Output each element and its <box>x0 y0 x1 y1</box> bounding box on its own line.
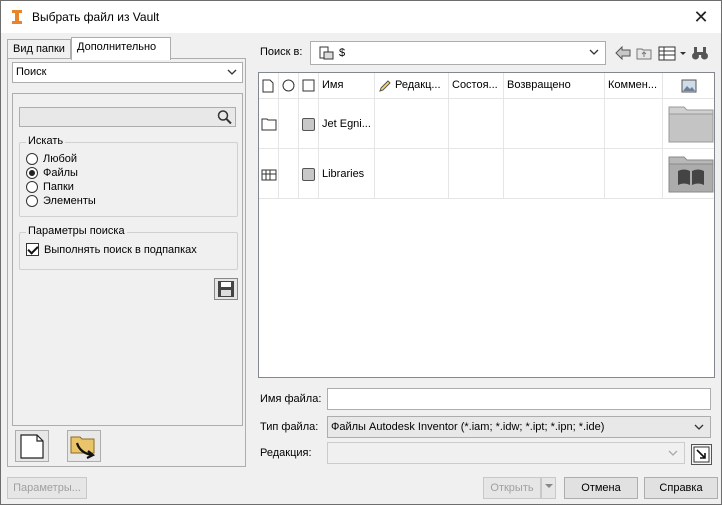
window-title: Выбрать файл из Vault <box>32 10 160 24</box>
col-revision[interactable]: Редакц... <box>375 73 449 99</box>
list-item[interactable]: Libraries <box>259 149 714 199</box>
close-icon: ✕ <box>693 6 709 27</box>
lookin-select[interactable]: $ <box>310 41 606 65</box>
title-bar: Выбрать файл из Vault ✕ <box>1 1 721 33</box>
save-search-button[interactable] <box>214 278 238 300</box>
close-button[interactable]: ✕ <box>681 1 721 33</box>
tab-folder-view[interactable]: Вид папки <box>7 39 71 59</box>
search-panel: Искать Любой Файлы Папки Элементы Параме… <box>12 93 243 426</box>
checkbox-icon <box>302 79 315 92</box>
col-checked-in[interactable]: Возвращено <box>504 73 605 99</box>
filename-label: Имя файла: <box>260 393 322 405</box>
col-status[interactable] <box>279 73 299 99</box>
binoculars-icon[interactable] <box>691 44 709 62</box>
radio-folders[interactable]: Папки <box>26 181 74 193</box>
mode-select-value: Поиск <box>16 66 47 78</box>
chevron-down-icon <box>227 69 237 75</box>
new-document-icon <box>20 434 44 459</box>
filename-input[interactable] <box>327 388 711 410</box>
library-thumbnail-icon <box>668 156 714 193</box>
search-input[interactable] <box>19 107 236 127</box>
view-dropdown-icon[interactable] <box>678 44 688 62</box>
open-dropdown-button[interactable] <box>541 477 556 499</box>
state-indicator <box>302 118 315 131</box>
file-list[interactable]: Имя Редакц... Состоя... Возвращено Комме… <box>258 72 715 378</box>
filetype-value: Файлы Autodesk Inventor (*.iam; *.idw; *… <box>331 421 605 433</box>
item-name: Jet Egni... <box>322 118 371 130</box>
open-folder-button[interactable] <box>67 430 101 462</box>
revision-label: Редакция: <box>260 447 312 459</box>
look-for-title: Искать <box>26 135 66 147</box>
params-button[interactable]: Параметры... <box>7 477 87 499</box>
revision-picker-button[interactable] <box>691 444 712 465</box>
filetype-select[interactable]: Файлы Autodesk Inventor (*.iam; *.idw; *… <box>327 416 711 438</box>
chevron-down-icon <box>668 450 678 456</box>
vault-app-icon <box>12 10 22 24</box>
circle-status-icon <box>282 79 295 92</box>
radio-files[interactable]: Файлы <box>26 167 78 179</box>
col-file-icon[interactable] <box>259 73 279 99</box>
col-thumbnail[interactable] <box>663 73 714 99</box>
radio-items[interactable]: Элементы <box>26 195 96 207</box>
radio-any[interactable]: Любой <box>26 153 77 165</box>
dialog-window: Выбрать файл из Vault ✕ Вид папки Дополн… <box>0 0 722 505</box>
tab-advanced[interactable]: Дополнительно <box>71 37 171 60</box>
library-icon <box>261 169 277 181</box>
col-state[interactable] <box>299 73 319 99</box>
save-icon <box>218 281 234 297</box>
open-button[interactable]: Открыть <box>483 477 541 499</box>
folder-thumbnail-icon <box>668 106 714 143</box>
revision-select[interactable] <box>327 442 685 464</box>
image-icon <box>681 79 696 93</box>
up-folder-icon[interactable] <box>635 44 653 62</box>
search-params-title: Параметры поиска <box>26 225 127 237</box>
pencil-icon <box>379 80 391 92</box>
new-file-button[interactable] <box>15 430 49 462</box>
chevron-down-icon <box>544 484 553 488</box>
vault-folder-icon <box>319 46 334 60</box>
chevron-down-icon <box>589 49 599 55</box>
document-icon <box>262 79 274 93</box>
look-for-group: Искать Любой Файлы Папки Элементы <box>19 135 238 217</box>
chevron-down-icon <box>694 424 704 430</box>
arrow-corner-icon <box>693 446 710 463</box>
filetype-label: Тип файла: <box>260 421 319 433</box>
help-button[interactable]: Справка <box>644 477 718 499</box>
lookin-label: Поиск в: <box>260 46 303 58</box>
search-icon[interactable] <box>216 109 233 125</box>
item-name: Libraries <box>322 168 365 180</box>
subfolders-checkbox[interactable]: Выполнять поиск в подпапках <box>26 243 197 256</box>
col-comment[interactable]: Коммен... <box>605 73 663 99</box>
col-state-name[interactable]: Состоя... <box>449 73 504 99</box>
lookin-value: $ <box>339 47 346 59</box>
state-indicator <box>302 168 315 181</box>
left-panel: Поиск Искать Любой Файлы Папки Элементы … <box>7 58 246 467</box>
col-name[interactable]: Имя <box>319 73 375 99</box>
list-item[interactable]: Jet Egni... <box>259 99 714 149</box>
view-details-icon[interactable] <box>658 44 676 62</box>
file-list-header: Имя Редакц... Состоя... Возвращено Комме… <box>259 73 714 99</box>
back-arrow-icon[interactable] <box>614 44 632 62</box>
mode-select[interactable]: Поиск <box>12 62 243 83</box>
search-params-group: Параметры поиска Выполнять поиск в подпа… <box>19 225 238 270</box>
cancel-button[interactable]: Отмена <box>564 477 638 499</box>
folder-arrow-icon <box>70 436 96 459</box>
folder-icon <box>261 118 277 131</box>
